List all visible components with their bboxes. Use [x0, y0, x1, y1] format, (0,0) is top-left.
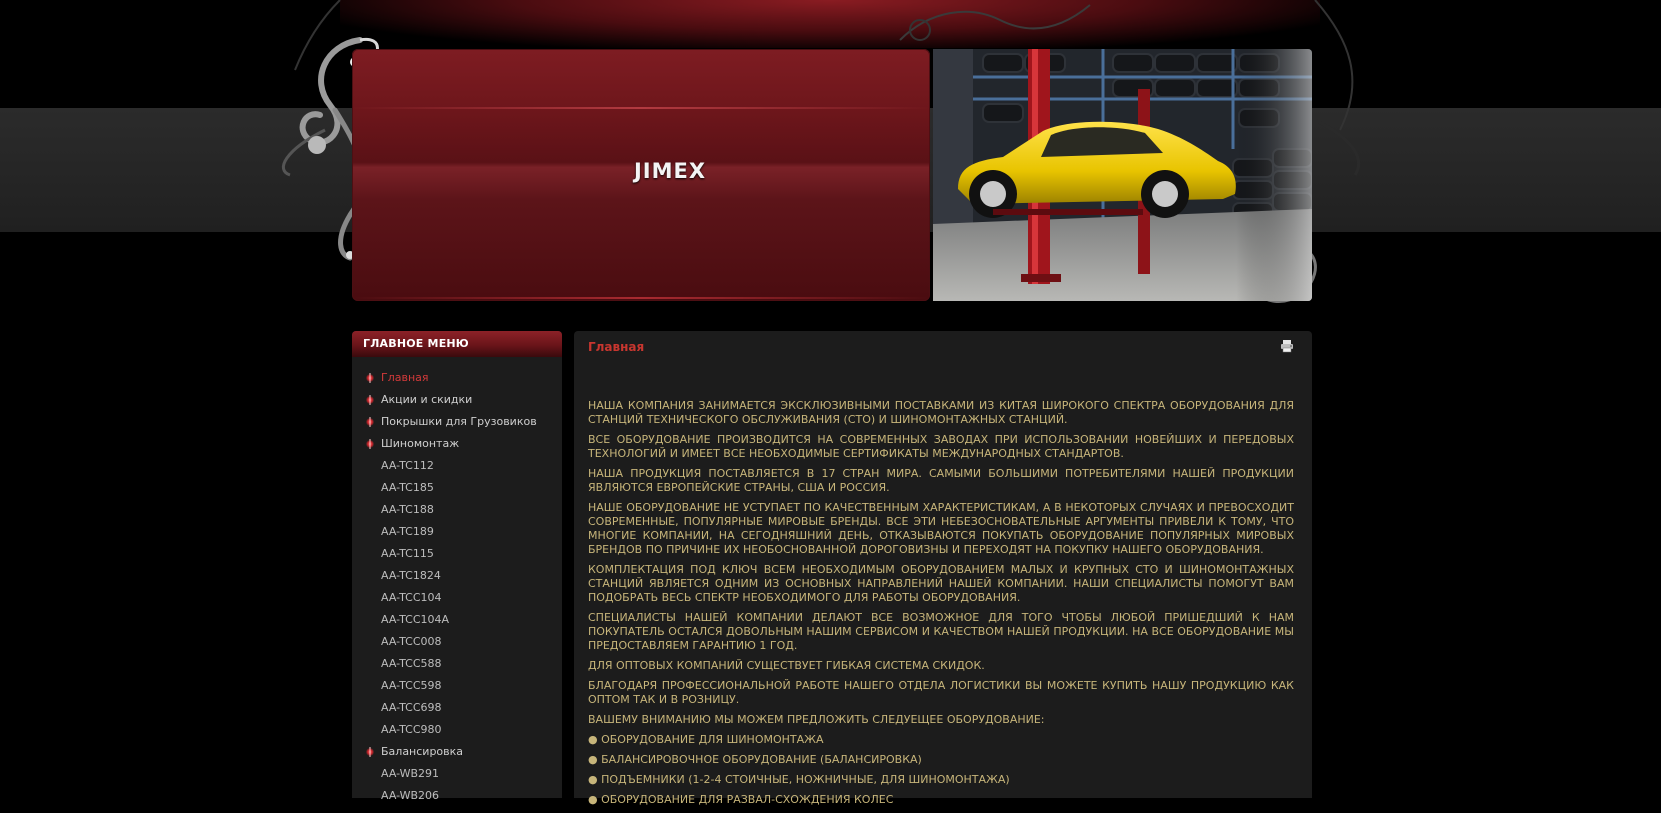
submenu-item[interactable]: AA-TC112 [352, 455, 562, 477]
article-paragraph: ДЛЯ ОПТОВЫХ КОМПАНИЙ СУЩЕСТВУЕТ ГИБКАЯ С… [588, 659, 985, 672]
article-paragraph: НАША КОМПАНИЯ ЗАНИМАЕТСЯ ЭКСКЛЮЗИВНЫМИ П… [588, 399, 1294, 426]
submenu-item[interactable]: AA-TCC698 [352, 697, 562, 719]
top-glow [340, 0, 1320, 48]
submenu-item[interactable]: AA-TC185 [352, 477, 562, 499]
submenu-item[interactable]: AA-TCC104 [352, 587, 562, 609]
menu-item-label: AA-TC112 [381, 459, 434, 472]
printer-icon[interactable] [1280, 339, 1294, 353]
menu-item-label: AA-TCC588 [381, 657, 442, 670]
menu-item-label: AA-TC1824 [381, 569, 441, 582]
menu-bullet-icon [366, 439, 374, 449]
menu-bullet-icon [366, 395, 374, 405]
menu-item-label: AA-TCC698 [381, 701, 442, 714]
menu-item[interactable]: Главная [352, 367, 562, 389]
submenu-item[interactable]: AA-TC115 [352, 543, 562, 565]
menu-item-label: AA-TC188 [381, 503, 434, 516]
article-paragraph: ВСЕ ОБОРУДОВАНИЕ ПРОИЗВОДИТСЯ НА СОВРЕМЕ… [588, 433, 1294, 460]
sidebar-heading: ГЛАВНОЕ МЕНЮ [352, 331, 562, 357]
equipment-list-item: ● ОБОРУДОВАНИЕ ДЛЯ РАЗВАЛ-СХОЖДЕНИЯ КОЛЕ… [588, 793, 894, 806]
menu-item[interactable]: Балансировка [352, 741, 562, 763]
page-title[interactable]: Главная [588, 340, 644, 354]
equipment-list-item: ● БАЛАНСИРОВОЧНОЕ ОБОРУДОВАНИЕ (БАЛАНСИР… [588, 753, 922, 766]
menu-item-label: AA-TC185 [381, 481, 434, 494]
submenu-item[interactable]: AA-TC1824 [352, 565, 562, 587]
article-paragraph: СПЕЦИАЛИСТЫ НАШЕЙ КОМПАНИИ ДЕЛАЮТ ВСЕ ВО… [588, 611, 1294, 652]
menu-bullet-icon [366, 373, 374, 383]
menu-item[interactable]: Акции и скидки [352, 389, 562, 411]
article-paragraph: ВАШЕМУ ВНИМАНИЮ МЫ МОЖЕМ ПРЕДЛОЖИТЬ СЛЕД… [588, 713, 1045, 726]
submenu-item[interactable]: AA-TC189 [352, 521, 562, 543]
menu-item-label: Главная [381, 371, 429, 384]
equipment-list-item: ● ОБОРУДОВАНИЕ ДЛЯ ШИНОМОНТАЖА [588, 733, 824, 746]
submenu-item[interactable]: AA-TCC588 [352, 653, 562, 675]
main-menu: Главная Акции и скидки Покрышки для Грузов… [352, 357, 562, 807]
menu-item[interactable]: Шиномонтаж [352, 433, 562, 455]
menu-item-label: Акции и скидки [381, 393, 473, 406]
menu-item-label: AA-TCC008 [381, 635, 442, 648]
article-paragraph: БЛАГОДАРЯ ПРОФЕССИОНАЛЬНОЙ РАБОТЕ НАШЕГО… [588, 679, 1294, 706]
site-title[interactable]: JIMEX [352, 159, 988, 183]
menu-item-label: Шиномонтаж [381, 437, 460, 450]
garage-lift-car-image [933, 49, 1312, 301]
menu-item-label: AA-TC189 [381, 525, 434, 538]
article-paragraph: КОМПЛЕКТАЦИЯ ПОД КЛЮЧ ВСЕМ НЕОБХОДИМЫМ О… [588, 563, 1294, 604]
ornament-swirl-top [899, 4, 1091, 41]
sidebar: ГЛАВНОЕ МЕНЮ Главная Акции и скидки Покрыш… [352, 331, 562, 802]
header-bottom-line [352, 297, 930, 299]
submenu-item[interactable]: AA-TC188 [352, 499, 562, 521]
menu-item-label: AA-TCC598 [381, 679, 442, 692]
menu-item[interactable]: Покрышки для Грузовиков [352, 411, 562, 433]
submenu-item[interactable]: AA-TCC980 [352, 719, 562, 741]
submenu-item[interactable]: AA-TCC008 [352, 631, 562, 653]
article-body: НАША КОМПАНИЯ ЗАНИМАЕТСЯ ЭКСКЛЮЗИВНЫМИ П… [588, 399, 1294, 813]
menu-item-label: AA-TCC980 [381, 723, 442, 736]
submenu-item[interactable]: AA-WB206 [352, 785, 562, 807]
menu-item-label: AA-WB206 [381, 789, 440, 802]
menu-bullet-icon [366, 747, 374, 757]
submenu-item[interactable]: AA-TCC598 [352, 675, 562, 697]
menu-bullet-icon [366, 417, 374, 427]
menu-item-label: AA-WB291 [381, 767, 440, 780]
submenu-item[interactable]: AA-TCC104A [352, 609, 562, 631]
main-content: Главная НАША КОМПАНИЯ ЗАНИМАЕТСЯ ЭКСКЛЮЗ… [574, 331, 1312, 806]
header-highlight-line [352, 107, 930, 109]
menu-item-label: AA-TC115 [381, 547, 434, 560]
submenu-item[interactable]: AA-WB291 [352, 763, 562, 785]
equipment-list-item: ● ПОДЪЕМНИКИ (1-2-4 СТОИЧНЫЕ, НОЖНИЧНЫЕ,… [588, 773, 1010, 786]
header-banner: JIMEX [352, 49, 930, 301]
menu-item-label: AA-TCC104 [381, 591, 442, 604]
article-paragraph: НАША ПРОДУКЦИЯ ПОСТАВЛЯЕТСЯ В 17 СТРАН М… [588, 467, 1294, 494]
header-photo [933, 49, 1312, 301]
menu-item-label: Балансировка [381, 745, 464, 758]
menu-item-label: Покрышки для Грузовиков [381, 415, 537, 428]
menu-item-label: AA-TCC104A [381, 613, 450, 626]
article-paragraph: НАШЕ ОБОРУДОВАНИЕ НЕ УСТУПАЕТ ПО КАЧЕСТВ… [588, 501, 1294, 556]
